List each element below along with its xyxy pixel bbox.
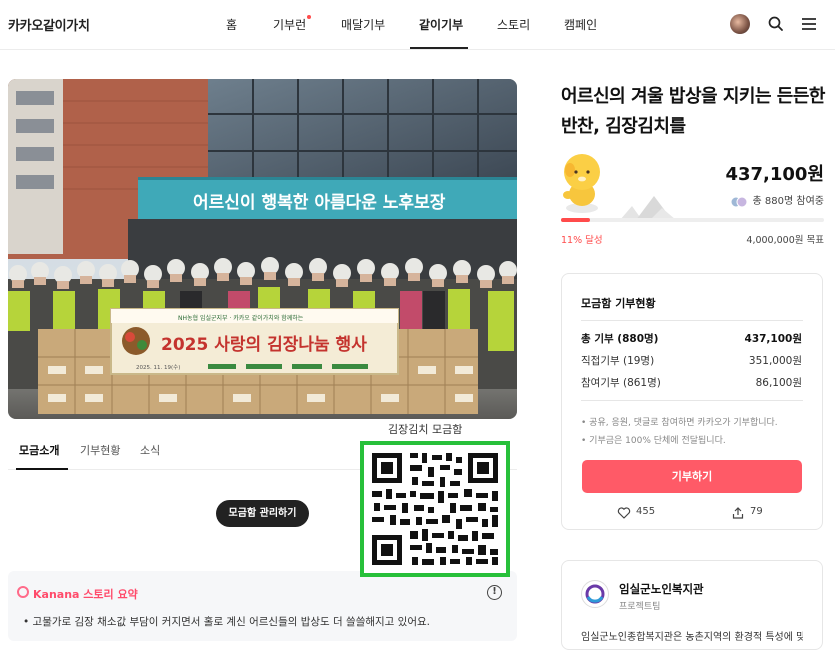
participation-label: 참여기부 (861명) xyxy=(581,377,661,389)
info-icon[interactable]: ! xyxy=(487,585,502,600)
card-title: 모금함 기부현황 xyxy=(581,297,656,310)
mountain-illustration xyxy=(620,192,680,220)
share-icon[interactable] xyxy=(731,505,745,519)
manage-fund-button[interactable]: 모금함 관리하기 xyxy=(216,500,309,527)
site-logo[interactable]: 카카오같이가치 xyxy=(8,15,90,34)
tab-intro[interactable]: 모금소개 xyxy=(19,442,59,458)
nav-monthly[interactable]: 매달기부 xyxy=(341,16,385,33)
banner-title: 2025 사랑의 김장나눔 행사 xyxy=(161,335,367,355)
menu-icon[interactable] xyxy=(799,14,819,34)
donate-button[interactable]: 기부하기 xyxy=(582,460,802,493)
raised-amount: 437,100원 xyxy=(725,164,824,185)
divider xyxy=(581,400,803,401)
banner-top-text: NH농협 임실군지부 · 카카오 같이가치와 함께하는 xyxy=(178,314,304,322)
avatar[interactable] xyxy=(730,14,750,34)
organization-type: 프로젝트팀 xyxy=(619,602,661,612)
progress-fill xyxy=(561,218,590,222)
summary-title: Kanana 스토리 요약 xyxy=(33,588,138,601)
organization-name: 임실군노인복지관 xyxy=(619,582,704,596)
search-icon[interactable] xyxy=(766,14,786,34)
ryan-character-image xyxy=(556,150,608,216)
nav-together[interactable]: 같이기부 xyxy=(419,16,463,33)
total-value: 437,100원 xyxy=(744,333,802,345)
nav-active-underline xyxy=(410,47,468,49)
share-count: 79 xyxy=(750,506,763,517)
goal-amount: 4,000,000원 목표 xyxy=(746,235,824,246)
nav-home[interactable]: 홈 xyxy=(226,16,237,33)
progress-percent: 11% 달성 xyxy=(561,235,603,246)
campaign-title: 어르신의 겨울 밥상을 지키는 든든한 반찬, 김장김치를 xyxy=(561,86,825,137)
summary-text: • 고물가로 김장 채소값 부담이 커지면서 홀로 계신 어르신들의 밥상도 더… xyxy=(23,616,431,628)
building-sign: 어르신이 행복한 아름다운 노후보장 xyxy=(193,192,446,213)
qr-label: 김장김치 모금함 xyxy=(388,423,463,436)
tab-donations[interactable]: 기부현황 xyxy=(80,442,120,458)
top-bar: 카카오같이가치 홈 기부런 매달기부 같이기부 스토리 캠페인 xyxy=(0,0,835,50)
heart-icon[interactable] xyxy=(617,505,631,519)
nav-story[interactable]: 스토리 xyxy=(497,16,530,33)
story-summary-box xyxy=(8,571,517,641)
banner-date: 2025. 11. 19(수) xyxy=(136,364,180,371)
tab-news[interactable]: 소식 xyxy=(140,442,160,458)
note-participation: • 공유, 응원, 댓글로 참여하면 카카오가 기부합니다. xyxy=(581,418,778,428)
participation-value: 86,100원 xyxy=(755,377,802,389)
kanana-icon xyxy=(17,586,29,598)
progress-bar xyxy=(561,218,824,222)
logo-prefix: 카카오 xyxy=(8,19,43,34)
direct-value: 351,000원 xyxy=(748,355,802,367)
like-count: 455 xyxy=(636,506,656,517)
organization-logo xyxy=(581,580,609,608)
nav-donation-run[interactable]: 기부런 xyxy=(273,16,306,33)
new-badge-dot xyxy=(307,15,311,19)
total-label: 총 기부 (880명) xyxy=(581,333,659,345)
note-delivery: • 기부금은 100% 단체에 전달됩니다. xyxy=(581,436,726,446)
direct-label: 직접기부 (19명) xyxy=(581,355,655,367)
logo-suffix: 같이가치 xyxy=(42,19,90,34)
tab-active-underline xyxy=(16,468,68,470)
qr-code[interactable] xyxy=(360,441,510,577)
participant-count: 총 880명 참여중 xyxy=(752,196,824,207)
divider xyxy=(581,320,803,321)
nav-campaign[interactable]: 캠페인 xyxy=(564,16,597,33)
campaign-hero-image: 어르신이 행복한 아름다운 노후보장 NH농협 임실군지부 · 카카오 같이가치… xyxy=(8,79,517,419)
